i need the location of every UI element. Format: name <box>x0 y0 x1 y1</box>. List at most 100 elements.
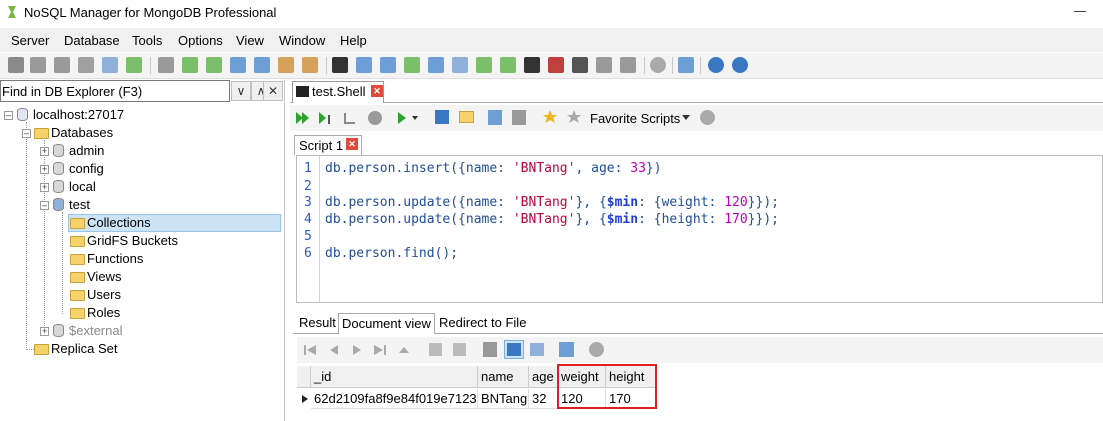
tree-node-users[interactable]: Users <box>87 287 121 302</box>
map-reduce-icon[interactable] <box>404 57 420 73</box>
menu-tools[interactable]: Tools <box>132 33 162 48</box>
first-record-icon[interactable] <box>303 343 317 357</box>
gear-icon[interactable] <box>589 342 604 357</box>
prev-record-icon[interactable] <box>327 343 341 357</box>
tree-expander-external[interactable]: + <box>40 327 49 336</box>
tree-node-roles[interactable]: Roles <box>87 305 120 320</box>
favorite-scripts-dropdown[interactable]: Favorite Scripts <box>590 111 680 126</box>
favorite-star-icon[interactable] <box>566 109 582 125</box>
import-icon[interactable] <box>476 57 492 73</box>
plugin-icon[interactable] <box>78 57 94 73</box>
tree-expander-local[interactable]: + <box>40 183 49 192</box>
tree-node-config[interactable]: config <box>69 161 104 176</box>
tab-redirect-to-file[interactable]: Redirect to File <box>436 313 529 334</box>
column-header-id[interactable]: _id <box>311 366 478 388</box>
run-all-icon[interactable] <box>295 111 311 125</box>
tree-expander-config[interactable]: + <box>40 165 49 174</box>
database-icon[interactable] <box>158 57 174 73</box>
new-database-icon[interactable] <box>182 57 198 73</box>
run-options-icon[interactable] <box>396 110 420 126</box>
new-collection-icon[interactable] <box>206 57 222 73</box>
copy-icon[interactable] <box>452 57 468 73</box>
step-icon[interactable] <box>342 111 356 125</box>
tree-expander-admin[interactable]: + <box>40 147 49 156</box>
menu-database[interactable]: Database <box>64 33 120 48</box>
tree-node-views[interactable]: Views <box>87 269 121 284</box>
app-logo-icon <box>8 6 16 18</box>
terminal-icon[interactable] <box>548 57 564 73</box>
users-icon[interactable] <box>302 57 318 73</box>
add-record-icon[interactable] <box>429 343 442 356</box>
layout-icon[interactable] <box>678 57 694 73</box>
menu-server[interactable]: Server <box>11 33 49 48</box>
tree-node-replica-set[interactable]: Replica Set <box>51 341 117 356</box>
last-record-icon[interactable] <box>373 343 387 357</box>
save-icon[interactable] <box>435 110 449 124</box>
menu-view[interactable]: View <box>236 33 264 48</box>
open-folder-icon[interactable] <box>459 111 474 123</box>
gear-icon[interactable] <box>700 110 715 125</box>
tools-icon[interactable] <box>596 57 612 73</box>
copy-query-icon[interactable] <box>488 110 502 125</box>
tree-expander-test[interactable]: – <box>40 201 49 210</box>
tree-node-external[interactable]: $external <box>69 323 122 338</box>
tree-node-databases[interactable]: Databases <box>51 125 113 140</box>
find-next-button[interactable]: ∨ <box>231 81 251 101</box>
tree-node-collections[interactable]: Collections <box>87 215 151 230</box>
add-favorite-icon[interactable] <box>542 109 558 125</box>
tree-node-local[interactable]: local <box>69 179 96 194</box>
chevron-down-icon[interactable] <box>682 115 690 121</box>
menu-options[interactable]: Options <box>178 33 223 48</box>
text-view-icon[interactable] <box>530 343 544 356</box>
next-record-icon[interactable] <box>350 343 364 357</box>
tree-node-gridfs[interactable]: GridFS Buckets <box>87 233 178 248</box>
tree-node-test[interactable]: test <box>69 197 90 212</box>
tree-node-server[interactable]: localhost:27017 <box>33 107 124 122</box>
code-editor[interactable] <box>296 155 1103 303</box>
tree-expander-root[interactable]: – <box>4 111 13 120</box>
help-icon[interactable] <box>708 57 724 73</box>
tree-node-functions[interactable]: Functions <box>87 251 143 266</box>
server-disconnect-icon[interactable] <box>54 57 70 73</box>
stop-icon[interactable] <box>368 111 382 125</box>
server-icon[interactable] <box>8 57 24 73</box>
shell-icon[interactable] <box>332 57 348 73</box>
table-cell-name[interactable]: BNTang <box>478 389 529 409</box>
collapse-icon[interactable] <box>397 343 411 357</box>
edit-connection-icon[interactable] <box>102 57 118 73</box>
menu-help[interactable]: Help <box>340 33 367 48</box>
paste-query-icon[interactable] <box>512 110 526 125</box>
keyboard-icon[interactable] <box>620 57 636 73</box>
gear-icon[interactable] <box>650 57 666 73</box>
column-header-name[interactable]: name <box>478 366 529 388</box>
settings-window-icon[interactable] <box>380 57 396 73</box>
linq-icon[interactable] <box>428 57 444 73</box>
close-tab-icon[interactable]: ✕ <box>371 85 383 97</box>
console-icon[interactable] <box>524 57 540 73</box>
grid-icon[interactable] <box>230 57 246 73</box>
export-icon[interactable] <box>500 57 516 73</box>
table-cell-age[interactable]: 32 <box>529 389 558 409</box>
minimize-button[interactable] <box>1074 11 1086 12</box>
function-icon[interactable] <box>254 57 270 73</box>
refresh-icon[interactable] <box>126 57 142 73</box>
tab-document-view[interactable]: Document view <box>338 313 435 334</box>
menu-window[interactable]: Window <box>279 33 325 48</box>
tree-view-icon[interactable] <box>483 342 497 357</box>
window-icon[interactable] <box>356 57 372 73</box>
tree-node-admin[interactable]: admin <box>69 143 104 158</box>
column-header-age[interactable]: age <box>529 366 558 388</box>
monitor-icon[interactable] <box>572 57 588 73</box>
close-find-button[interactable]: ✕ <box>263 81 283 101</box>
delete-record-icon[interactable] <box>453 343 466 356</box>
panel-splitter[interactable] <box>284 80 285 421</box>
tab-result[interactable]: Result <box>296 313 339 334</box>
close-script-icon[interactable]: ✕ <box>346 138 358 150</box>
user-icon[interactable] <box>278 57 294 73</box>
run-line-icon[interactable] <box>318 111 332 125</box>
server-connect-icon[interactable] <box>30 57 46 73</box>
tree-expander-databases[interactable]: – <box>22 129 31 138</box>
table-cell-id[interactable]: 62d2109fa8f9e84f019e7123 <box>311 389 478 409</box>
info-icon[interactable] <box>732 57 748 73</box>
export-results-icon[interactable] <box>559 342 574 357</box>
